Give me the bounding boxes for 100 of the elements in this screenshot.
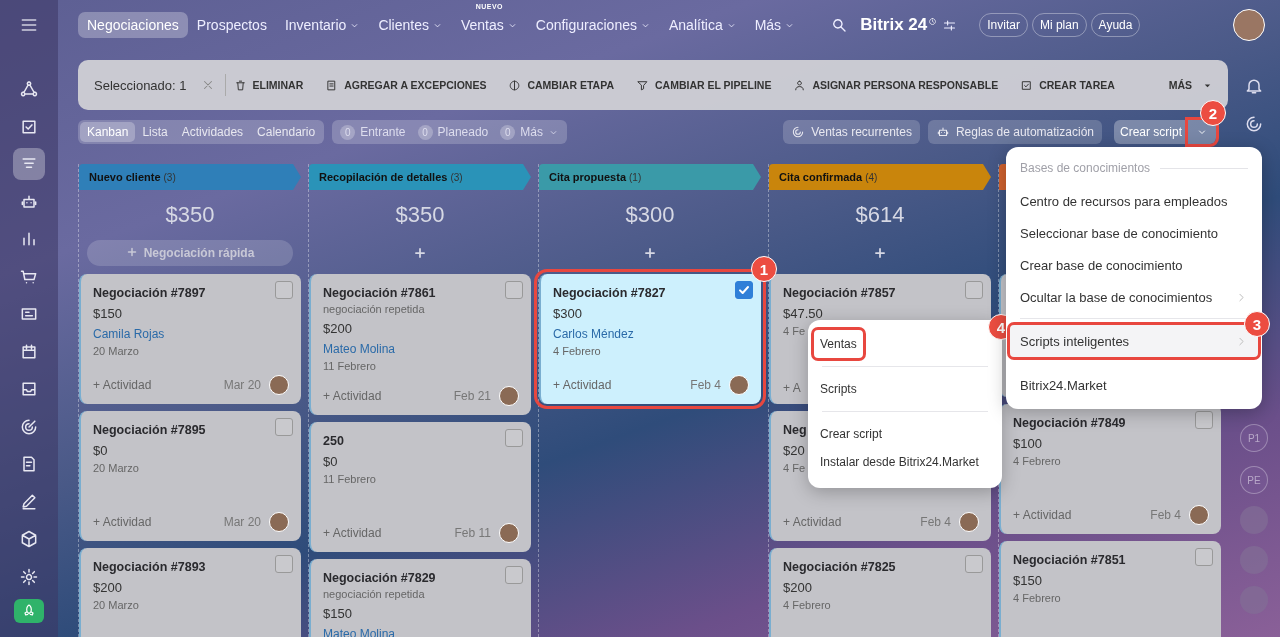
user-avatar [269,512,289,532]
toolbar-action[interactable]: CAMBIAR ETAPA [508,78,614,92]
funnel-icon [635,78,649,92]
checkbox[interactable] [505,429,523,447]
menu-item[interactable]: Ocultar la base de conocimientos [1010,281,1258,313]
menu-item[interactable]: Seleccionar base de conocimiento [1010,217,1258,249]
deal-date: 4 Febrero [1013,592,1061,604]
sidebar-item[interactable] [13,148,45,180]
rocket-button[interactable] [14,599,44,623]
deal-amount: $200 [93,580,122,595]
stage-header[interactable]: Cita confirmada (4) [769,164,991,190]
counter-label: Más [520,125,543,139]
deal-title: Negociación #7849 [1013,416,1126,430]
stage-count: (3) [163,171,176,183]
nav-tab[interactable]: Ventas [451,12,527,38]
deal-amount: $200 [783,580,812,595]
contact-link[interactable]: Mateo Molina [323,342,396,356]
spiral-icon[interactable] [1244,114,1264,134]
plus-icon[interactable] [643,246,657,260]
nav-tab[interactable]: Inventario [275,12,370,38]
view-tab[interactable]: Calendario [250,122,323,142]
checkbox[interactable] [965,555,983,573]
checkbox[interactable] [1195,548,1213,566]
menu-item[interactable]: Bitrix24.Market [1010,369,1258,401]
nav-tab[interactable]: Más [745,12,805,38]
deal-card[interactable]: Negociación #7861 negociación repetida $200 Mateo Molina 11 Febrero + Actividad Feb 21 [309,274,531,415]
checkbox[interactable] [275,555,293,573]
user-avatar [499,386,519,406]
stage-title: Recopilación de detalles [319,171,448,183]
stage-header[interactable]: Nuevo cliente (3) [79,164,301,190]
plus-icon[interactable] [413,246,427,260]
checkbox[interactable] [505,281,523,299]
submenu-item[interactable]: Instalar desde Bitrix24.Market [814,448,985,476]
checkbox-icon [1020,78,1034,92]
stage-header[interactable]: Cita propuesta (1) [539,164,761,190]
deal-amount: $150 [93,306,122,321]
initials-avatar[interactable]: PE [1240,466,1268,494]
add-activity-link[interactable]: + Actividad [323,526,382,540]
add-activity-link[interactable]: + Actividad [323,389,382,403]
nav-tab[interactable]: Analítica [659,12,746,38]
stage-header[interactable]: Recopilación de detalles (3) [309,164,531,190]
add-activity-link[interactable]: + Actividad [93,515,152,529]
add-activity-link[interactable]: + Actividad [783,515,842,529]
toolbar-button[interactable]: Ventas recurrentes [783,120,920,144]
nav-tab[interactable]: Negociaciones [78,12,188,38]
deal-card[interactable]: Negociación #7895 $0 20 Marzo + Actividad Mar 20 [79,411,301,541]
deal-amount: $20 [783,443,805,458]
submenu-item[interactable]: Crear script [814,420,888,448]
settings-icon [19,566,39,587]
stage-count: (4) [865,171,878,183]
contact-link[interactable]: Carlos Méndez [553,327,634,341]
toolbar-action[interactable]: ASIGNAR PERSONA RESPONSABLE [793,78,999,92]
toolbar-action[interactable]: AGREGAR A EXCEPCIONES [325,78,487,92]
add-activity-link[interactable]: + Actividad [1013,508,1072,522]
nav-tab[interactable]: Configuraciones [526,12,660,38]
nav-tab[interactable]: Clientes [369,12,452,38]
deal-title: Negociación #7851 [1013,553,1126,567]
checkbox[interactable] [1195,411,1213,429]
stage-title: Cita propuesta [549,171,626,183]
clock-icon [928,17,938,26]
deal-date: 11 Febrero [323,473,376,485]
submenu-item[interactable]: Scripts [814,375,863,403]
initials-avatar[interactable]: P1 [1240,424,1268,452]
deal-date: 4 Febrero [553,345,601,357]
spiral-icon [791,125,806,139]
deal-card[interactable]: Negociación #7825 $200 4 Febrero [769,548,991,637]
plus-icon[interactable] [873,246,887,260]
checkbox[interactable] [275,418,293,436]
toolbar-button[interactable]: Reglas de automatización [927,120,1102,144]
due-date: Feb 4 [1150,508,1181,522]
deal-amount: $0 [93,443,108,458]
deal-card[interactable]: 250 $0 11 Febrero + Actividad Feb 11 [309,422,531,552]
more-button[interactable]: MÁS [1168,78,1214,92]
menu-item[interactable]: Centro de recursos para empleados [1010,185,1258,217]
toolbar-action[interactable]: CAMBIAR EL PIPELINE [635,78,772,92]
brand-logo[interactable]: Bitrix 24 [860,15,928,35]
checkbox[interactable] [275,281,293,299]
deal-title: 250 [323,434,344,448]
checkbox[interactable] [965,281,983,299]
toolbar-action[interactable]: ELIMINAR [233,78,304,92]
deal-amount: $300 [553,306,582,321]
deal-subtitle: negociación repetida [323,303,425,315]
deal-title: Negociación #7825 [783,560,896,574]
add-activity-link[interactable]: + A [783,381,801,395]
add-activity-link[interactable]: + Actividad [553,378,612,392]
submenu-item[interactable]: Ventas [814,330,863,358]
deal-card[interactable]: Negociación #7893 $200 20 Marzo [79,548,301,637]
add-activity-link[interactable]: + Actividad [93,378,152,392]
menu-item[interactable]: Crear base de conocimiento [1010,249,1258,281]
deal-card[interactable]: Negociación #7851 $150 4 Febrero [999,541,1221,637]
view-tab[interactable]: Lista [135,122,175,142]
deal-card[interactable]: Negociación #7849 $100 4 Febrero + Actividad Feb 4 [999,404,1221,534]
contact-link[interactable]: Camila Rojas [93,327,165,341]
toolbar-action[interactable]: CREAR TAREA [1020,78,1115,92]
view-tab[interactable]: Actividades [174,122,251,142]
nav-tab[interactable]: Prospectos [187,12,276,38]
deal-card[interactable]: Negociación #7897 $150 Camila Rojas 20 Marzo + Actividad Mar 20 [79,274,301,404]
checkbox[interactable] [505,566,523,584]
checkbox[interactable] [735,281,753,299]
create-script-button[interactable]: Crear script [1114,120,1188,144]
